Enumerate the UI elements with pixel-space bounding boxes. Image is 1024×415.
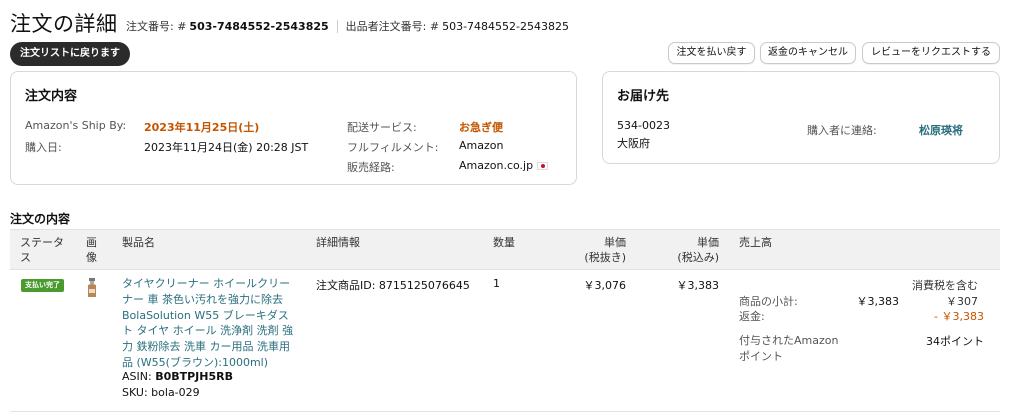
sku-label: SKU: xyxy=(122,386,148,399)
asin: ASIN: B0BTPJH5RB xyxy=(122,370,233,383)
quantity: 1 xyxy=(493,277,500,290)
sku-value: bola-029 xyxy=(151,386,200,399)
refund-label: 返金: xyxy=(739,310,765,323)
col-qty: 数量 xyxy=(493,236,515,249)
order-item-id: 注文商品ID: 8715125076645 xyxy=(316,277,470,293)
divider xyxy=(336,19,338,33)
col-unit-price-in-line2: (税込み) xyxy=(677,251,719,264)
contact-buyer-link[interactable]: 松原瑛将 xyxy=(919,122,963,138)
order-number-label: 注文番号: # xyxy=(126,20,187,33)
contact-buyer-label: 購入者に連絡: xyxy=(807,124,877,137)
order-info-card: 注文内容 Amazon's Ship By: 2023年11月25日(土) 購入… xyxy=(10,71,577,185)
channel-value-wrap: Amazon.co.jp xyxy=(459,159,549,172)
col-status: ステータス xyxy=(20,236,64,264)
order-item-id-value: 8715125076645 xyxy=(378,279,470,292)
subtotal-tax: ￥307 xyxy=(946,295,978,308)
subtotal-label: 商品の小計: xyxy=(739,295,798,308)
seller-order-label: 出品者注文番号: # xyxy=(345,20,440,33)
channel-label: 販売経路: xyxy=(347,161,395,174)
ship-by-label: Amazon's Ship By: xyxy=(25,119,127,132)
col-unit-price-ex-line1: 単価 xyxy=(604,236,626,249)
tax-included-label: 消費税を含む xyxy=(912,279,978,292)
col-details: 詳細情報 xyxy=(316,236,360,249)
spray-bottle-icon xyxy=(88,278,96,297)
status-badge: 支払い完了 xyxy=(21,279,64,292)
shipping-service-label: 配送サービス: xyxy=(347,121,417,134)
shipping-service-value: お急ぎ便 xyxy=(459,121,503,134)
subtotal-value: ￥3,383 xyxy=(856,295,900,308)
product-thumbnail[interactable] xyxy=(86,278,98,298)
row-divider xyxy=(10,411,1000,412)
items-table-header: ステータス 画像 製品名 詳細情報 数量 単価 (税抜き) 単価 (税込み) 売… xyxy=(10,229,1000,270)
purchase-date-value: 2023年11月24日(金) 20:28 JST xyxy=(144,141,309,154)
sku: SKU: bola-029 xyxy=(122,386,200,399)
points-value: 34ポイント xyxy=(926,335,984,348)
order-number: 503-7484552-2543825 xyxy=(189,19,329,33)
request-review-button[interactable]: レビューをリクエストする xyxy=(862,42,1000,64)
ship-card-title: お届け先 xyxy=(617,89,670,104)
refund-value: - ￥3,383 xyxy=(934,310,984,323)
page-title: 注文の詳細 xyxy=(10,12,118,36)
ship-to-card: お届け先 534-0023 大阪府 購入者に連絡: 松原瑛将 xyxy=(602,71,1000,164)
col-unit-price-ex: 単価 (税抜き) xyxy=(584,235,626,265)
order-item-id-label: 注文商品ID: xyxy=(316,279,376,292)
col-image: 画像 xyxy=(86,236,97,264)
col-unit-price-in: 単価 (税込み) xyxy=(677,235,719,265)
items-section-title: 注文の内容 xyxy=(10,212,71,226)
asin-label: ASIN: xyxy=(122,370,152,383)
fulfillment-label: フルフィルメント: xyxy=(347,141,439,154)
channel-value: Amazon.co.jp xyxy=(459,159,534,172)
asin-value: B0BTPJH5RB xyxy=(155,370,233,383)
japan-flag-icon xyxy=(537,162,549,170)
purchase-date-label: 購入日: xyxy=(25,141,62,154)
col-sales: 売上高 xyxy=(739,236,772,249)
seller-order-number: 503-7484552-2543825 xyxy=(442,19,570,33)
col-product: 製品名 xyxy=(122,236,155,249)
points-label: 付与されたAmazonポイント xyxy=(739,334,839,363)
prefecture: 大阪府 xyxy=(617,137,650,150)
col-unit-price-ex-line2: (税抜き) xyxy=(584,251,626,264)
product-name-link[interactable]: タイヤクリーナー ホイールクリーナー 車 茶色い汚れを強力に除去 BolaSol… xyxy=(122,276,297,371)
cancel-refund-button[interactable]: 返金のキャンセル xyxy=(760,42,856,64)
back-to-orders-button[interactable]: 注文リストに戻ります xyxy=(10,42,130,66)
unit-price-in: ￥3,383 xyxy=(676,279,720,292)
ship-by-value: 2023年11月25日(土) xyxy=(144,121,260,134)
postal-code: 534-0023 xyxy=(617,119,670,132)
unit-price-ex: ￥3,076 xyxy=(583,279,627,292)
refund-order-button[interactable]: 注文を払い戻す xyxy=(668,42,755,64)
order-card-title: 注文内容 xyxy=(25,89,78,104)
fulfillment-value: Amazon xyxy=(459,139,504,152)
col-unit-price-in-line1: 単価 xyxy=(697,236,719,249)
order-meta: 注文番号: # 503-7484552-2543825 出品者注文番号: # 5… xyxy=(126,18,569,34)
